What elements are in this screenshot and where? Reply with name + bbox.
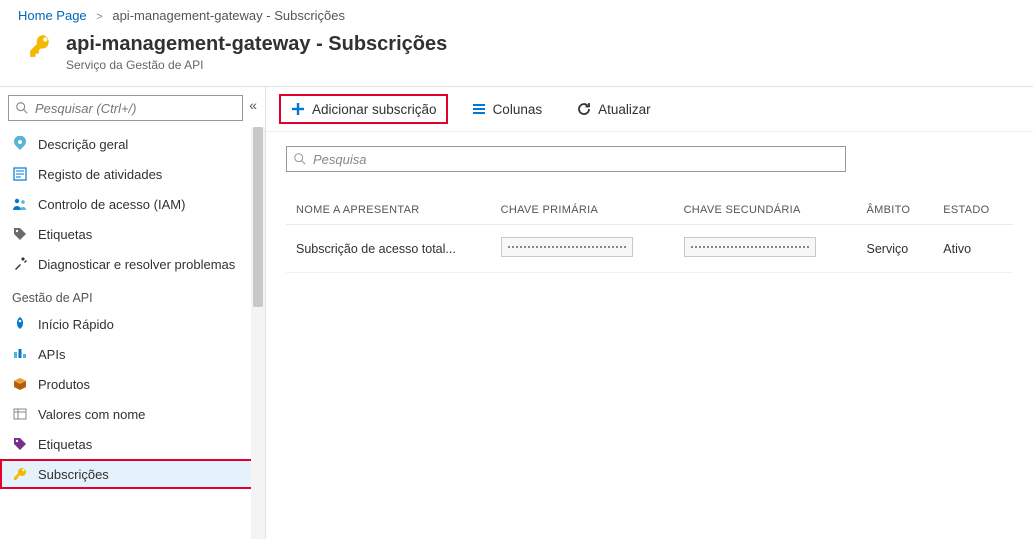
toolbar-label: Colunas <box>493 102 543 117</box>
col-primary[interactable]: CHAVE PRIMÁRIA <box>491 196 674 225</box>
sidebar-item-apis[interactable]: APIs <box>0 339 265 369</box>
sidebar-item-label: Diagnosticar e resolver problemas <box>38 257 235 272</box>
search-icon <box>15 101 29 115</box>
overview-icon <box>12 136 28 152</box>
sidebar-item-label: Subscrições <box>38 467 109 482</box>
toolbar-label: Atualizar <box>598 102 651 117</box>
diagnose-icon <box>12 256 28 272</box>
sidebar-item-named-values[interactable]: Valores com nome <box>0 399 265 429</box>
sidebar-item-label: Início Rápido <box>38 317 114 332</box>
sidebar-section-api: Gestão de API <box>0 279 265 309</box>
cell-scope: Serviço <box>857 225 934 273</box>
sidebar-item-diagnose[interactable]: Diagnosticar e resolver problemas <box>0 249 265 279</box>
masked-key[interactable] <box>501 237 633 257</box>
sidebar-item-label: Descrição geral <box>38 137 128 152</box>
tags-icon <box>12 226 28 242</box>
cell-secondary-key <box>674 225 857 273</box>
breadcrumb: Home Page > api-management-gateway - Sub… <box>0 0 1033 27</box>
sidebar-item-label: Valores com nome <box>38 407 145 422</box>
sidebar-item-label: Etiquetas <box>38 227 92 242</box>
sidebar-item-tags[interactable]: Etiquetas <box>0 219 265 249</box>
cell-primary-key <box>491 225 674 273</box>
refresh-button[interactable]: Atualizar <box>568 97 659 121</box>
collapse-sidebar-icon[interactable]: « <box>245 93 261 117</box>
col-name[interactable]: NOME A APRESENTAR <box>286 196 491 225</box>
page-header: api-management-gateway - Subscrições Ser… <box>0 27 1033 86</box>
key-icon <box>28 33 54 62</box>
col-secondary[interactable]: CHAVE SECUNDÁRIA <box>674 196 857 225</box>
sidebar-item-label: APIs <box>38 347 65 362</box>
col-scope[interactable]: ÂMBITO <box>857 196 934 225</box>
breadcrumb-home[interactable]: Home Page <box>18 8 87 23</box>
breadcrumb-separator: > <box>96 11 102 23</box>
named-values-icon <box>12 406 28 422</box>
sidebar-search-input[interactable]: Pesquisar (Ctrl+/) <box>8 95 243 121</box>
refresh-icon <box>576 101 592 117</box>
sidebar-item-api-tags[interactable]: Etiquetas <box>0 429 265 459</box>
sidebar-item-activity-log[interactable]: Registo de atividades <box>0 159 265 189</box>
masked-key[interactable] <box>684 237 816 257</box>
apis-icon <box>12 346 28 362</box>
sidebar-search-placeholder: Pesquisar (Ctrl+/) <box>35 101 137 116</box>
sidebar-item-quickstart[interactable]: Início Rápido <box>0 309 265 339</box>
plus-icon <box>290 101 306 117</box>
col-state[interactable]: ESTADO <box>933 196 1013 225</box>
sidebar-item-overview[interactable]: Descrição geral <box>0 129 265 159</box>
table-row[interactable]: Subscrição de acesso total... Serviço At… <box>286 225 1013 273</box>
sidebar-item-subscriptions[interactable]: Subscrições <box>0 459 265 489</box>
toolbar: Adicionar subscrição Colunas Atualizar <box>266 87 1033 132</box>
activity-log-icon <box>12 166 28 182</box>
content-pane: Adicionar subscrição Colunas Atualizar P… <box>266 87 1033 539</box>
sidebar-item-label: Controlo de acesso (IAM) <box>38 197 185 212</box>
products-icon <box>12 376 28 392</box>
sidebar: « Pesquisar (Ctrl+/) Descrição geral Reg… <box>0 87 266 539</box>
sidebar-item-label: Etiquetas <box>38 437 92 452</box>
sidebar-nav: Descrição geral Registo de atividades Co… <box>0 129 265 497</box>
page-subtitle: Serviço da Gestão de API <box>66 58 447 72</box>
add-subscription-button[interactable]: Adicionar subscrição <box>282 97 445 121</box>
columns-icon <box>471 101 487 117</box>
iam-icon <box>12 196 28 212</box>
search-icon <box>293 152 307 166</box>
rocket-icon <box>12 316 28 332</box>
subscriptions-table: NOME A APRESENTAR CHAVE PRIMÁRIA CHAVE S… <box>286 196 1013 273</box>
tags-icon <box>12 436 28 452</box>
columns-button[interactable]: Colunas <box>463 97 551 121</box>
cell-state: Ativo <box>933 225 1013 273</box>
sidebar-item-label: Produtos <box>38 377 90 392</box>
page-title: api-management-gateway - Subscrições <box>66 33 447 56</box>
sidebar-scrollbar[interactable] <box>251 127 265 539</box>
content-search-placeholder: Pesquisa <box>313 152 366 167</box>
breadcrumb-current: api-management-gateway - Subscrições <box>112 8 345 23</box>
sidebar-item-products[interactable]: Produtos <box>0 369 265 399</box>
sidebar-item-label: Registo de atividades <box>38 167 162 182</box>
key-icon <box>12 466 28 482</box>
sidebar-item-iam[interactable]: Controlo de acesso (IAM) <box>0 189 265 219</box>
cell-name: Subscrição de acesso total... <box>286 225 491 273</box>
toolbar-label: Adicionar subscrição <box>312 102 437 117</box>
content-search-input[interactable]: Pesquisa <box>286 146 846 172</box>
